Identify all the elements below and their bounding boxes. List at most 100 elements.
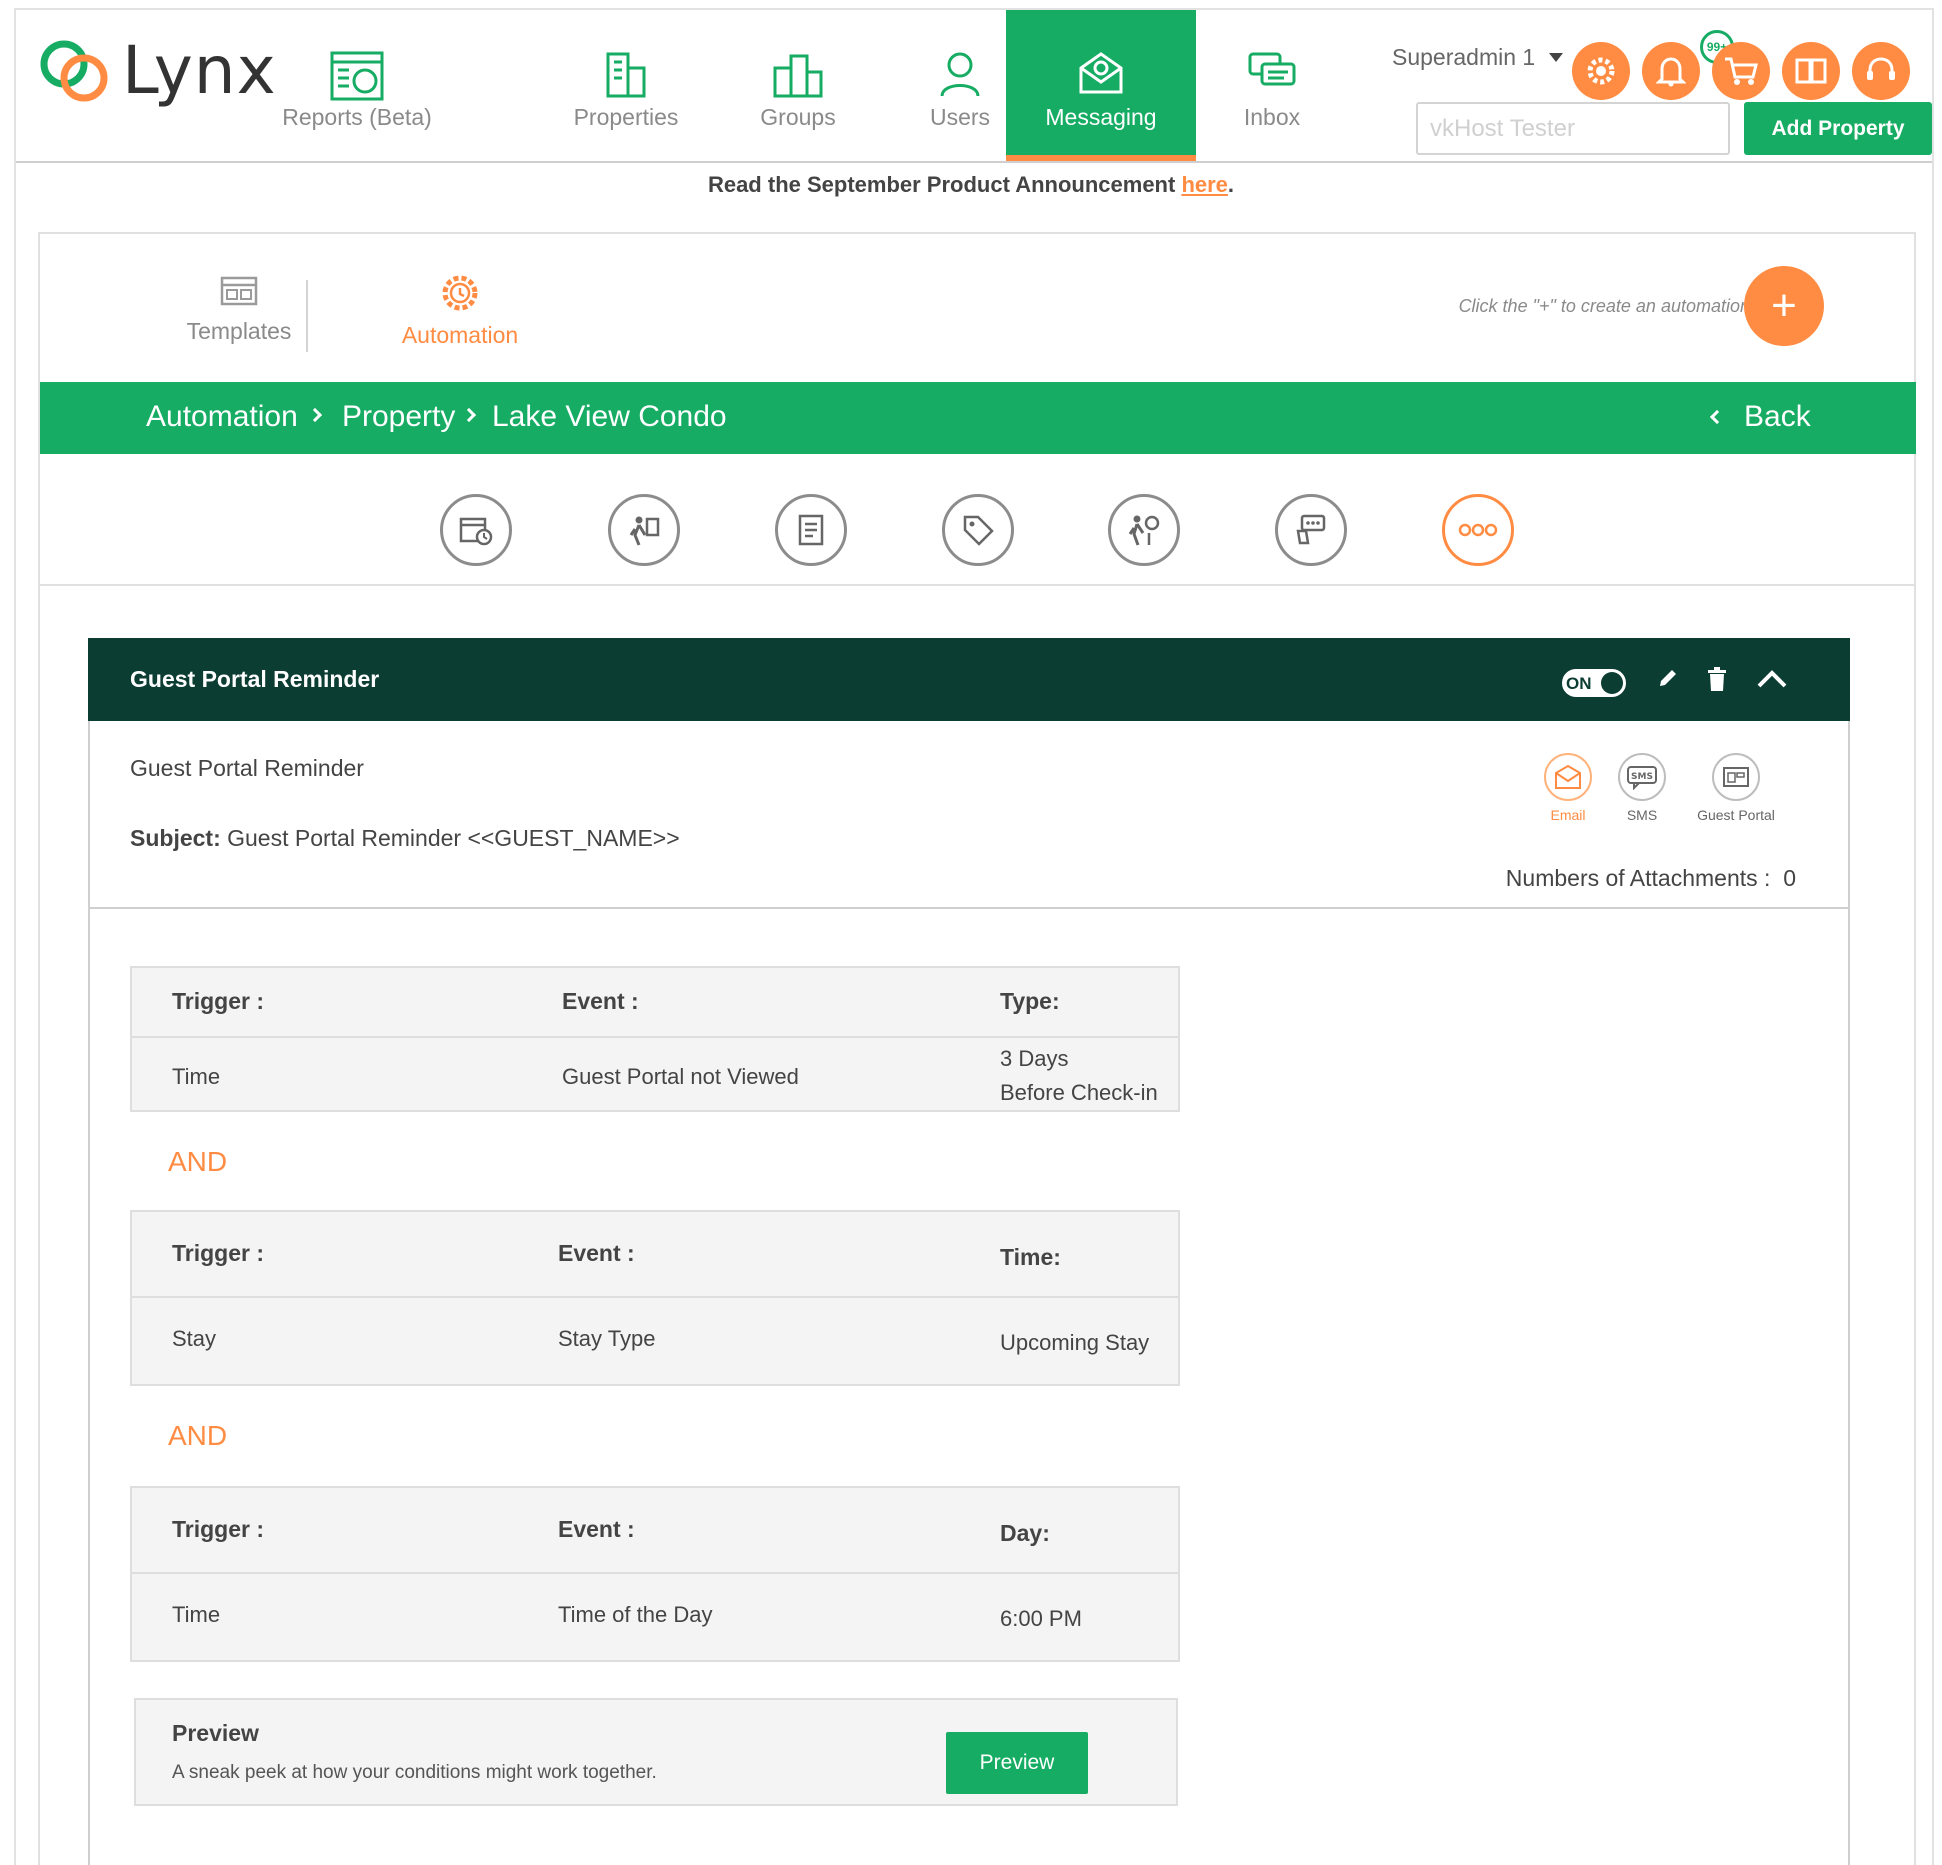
header-event: Event : [558,1516,635,1542]
category-checkin-button[interactable] [608,494,680,566]
tab-label: Automation [401,322,519,348]
channel-guest-portal[interactable]: Guest Portal [1682,753,1790,823]
user-menu[interactable]: Superadmin 1 [1392,44,1564,71]
nav-label: Groups [760,104,836,130]
toggle-label: ON [1566,674,1592,693]
edit-button[interactable] [1656,666,1680,695]
nav-groups[interactable]: Groups [718,10,878,161]
caret-down-icon [1549,53,1564,62]
guide-button[interactable] [1782,42,1840,100]
tab-automation[interactable]: Automation [350,275,570,349]
nav-properties[interactable]: Properties [546,10,706,161]
category-booking-button[interactable] [775,494,847,566]
trash-icon [1708,667,1726,691]
groups-icon [773,54,823,98]
category-tag-button[interactable] [942,494,1014,566]
tab-divider [306,280,308,352]
notifications-button[interactable] [1642,42,1700,100]
breadcrumb-current: Lake View Condo [492,400,727,433]
and-connector: AND [168,1146,228,1177]
breadcrumb-property[interactable]: Property [342,400,455,434]
category-time-button[interactable] [440,494,512,566]
breadcrumb: Automation Property Lake View Condo Back [40,382,1916,454]
message-subject: Subject: Guest Portal Reminder <<GUEST_N… [130,825,680,852]
condition-table: Trigger : Event : Time: Stay Stay Type U… [130,1210,1180,1386]
preview-description: A sneak peek at how your conditions migh… [172,1762,657,1783]
add-property-button[interactable]: Add Property [1744,102,1932,155]
value-event: Stay Type [558,1326,656,1351]
nav-reports[interactable]: Reports (Beta) [260,10,454,161]
header-trigger: Trigger : [172,1240,265,1266]
preview-title: Preview [172,1720,259,1746]
cart-icon [1725,57,1758,85]
category-checkout-button[interactable] [1108,494,1180,566]
settings-button[interactable] [1572,42,1630,100]
page-border-left [14,8,16,1865]
value-trigger: Stay [172,1326,217,1351]
subject-value: Guest Portal Reminder <<GUEST_NAME>> [227,825,680,851]
inbox-icon [1248,52,1296,86]
category-icon-row [40,454,1916,586]
attachments-label: Numbers of Attachments : [1505,865,1771,891]
lynx-logo-icon [40,40,108,101]
condition-header-row: Trigger : Event : Type: [132,968,1178,1038]
logo-text: Lynx [122,32,277,109]
bell-icon [1656,57,1686,87]
category-review-button[interactable] [1275,494,1347,566]
category-more-button[interactable] [1442,494,1514,566]
building-icon [606,52,646,98]
back-button[interactable]: Back [1709,400,1811,434]
logo[interactable]: Lynx [38,32,277,109]
checkout-icon [1128,515,1160,546]
value-event: Guest Portal not Viewed [562,1064,799,1089]
channel-email[interactable]: Email [1534,753,1602,823]
channel-sms[interactable]: SMS SMS [1606,753,1678,823]
automation-panel-header[interactable]: Guest Portal Reminder ON [88,638,1850,721]
announcement-text: Read the September Product Announcement [707,172,1182,197]
chevron-right-icon [307,407,323,423]
app-root: Lynx Reports (Beta) Properties Groups Us… [0,0,1942,1865]
property-search-input[interactable] [1416,102,1730,155]
calendar-clock-icon [459,517,493,546]
channel-label: Guest Portal [1697,807,1775,823]
email-icon [1544,753,1592,801]
automation-toggle[interactable]: ON [1562,669,1626,697]
attachments-value: 0 [1783,865,1796,891]
review-icon [1296,514,1326,545]
nav-label: Reports (Beta) [282,104,432,130]
header-time: Time: [1000,1244,1061,1270]
delete-button[interactable] [1706,666,1728,697]
announcement-end: . [1227,172,1235,197]
value-event: Time of the Day [558,1602,713,1627]
reports-icon [330,51,384,101]
create-automation-button[interactable]: + [1744,266,1824,346]
settings-icon [1587,57,1615,85]
support-icon [1867,57,1895,80]
channel-label: SMS [1626,807,1658,823]
tab-label: Templates [186,318,292,344]
value-time: Upcoming Stay [1000,1330,1150,1355]
collapse-button[interactable] [1756,668,1788,695]
header-trigger: Trigger : [172,1516,265,1542]
preview-button[interactable]: Preview [946,1732,1088,1794]
condition-value-row: Time Guest Portal not Viewed 3 Days Befo… [132,1038,1178,1110]
breadcrumb-automation[interactable]: Automation [146,400,298,434]
announcement-link[interactable]: here [1181,172,1227,197]
book-icon [1795,58,1827,84]
condition-header-row: Trigger : Event : Day: [132,1488,1178,1574]
condition-value-row: Time Time of the Day 6:00 PM [132,1574,1178,1660]
sms-icon: SMS [1618,753,1666,801]
nav-inbox[interactable]: Inbox [1192,10,1352,161]
subject-label: Subject: [130,825,221,851]
page-border-right [1932,8,1934,1865]
more-icon [1458,523,1498,537]
attachments-count: Numbers of Attachments : 0 [1506,865,1796,892]
nav-label: Inbox [1243,104,1301,130]
gear-automation-icon [442,275,478,311]
header-event: Event : [558,1240,635,1266]
support-button[interactable] [1852,42,1910,100]
nav-messaging[interactable]: Messaging [1006,10,1196,161]
cart-button[interactable] [1712,42,1770,100]
nav-label: Properties [573,104,679,130]
svg-text:SMS: SMS [1631,772,1653,782]
